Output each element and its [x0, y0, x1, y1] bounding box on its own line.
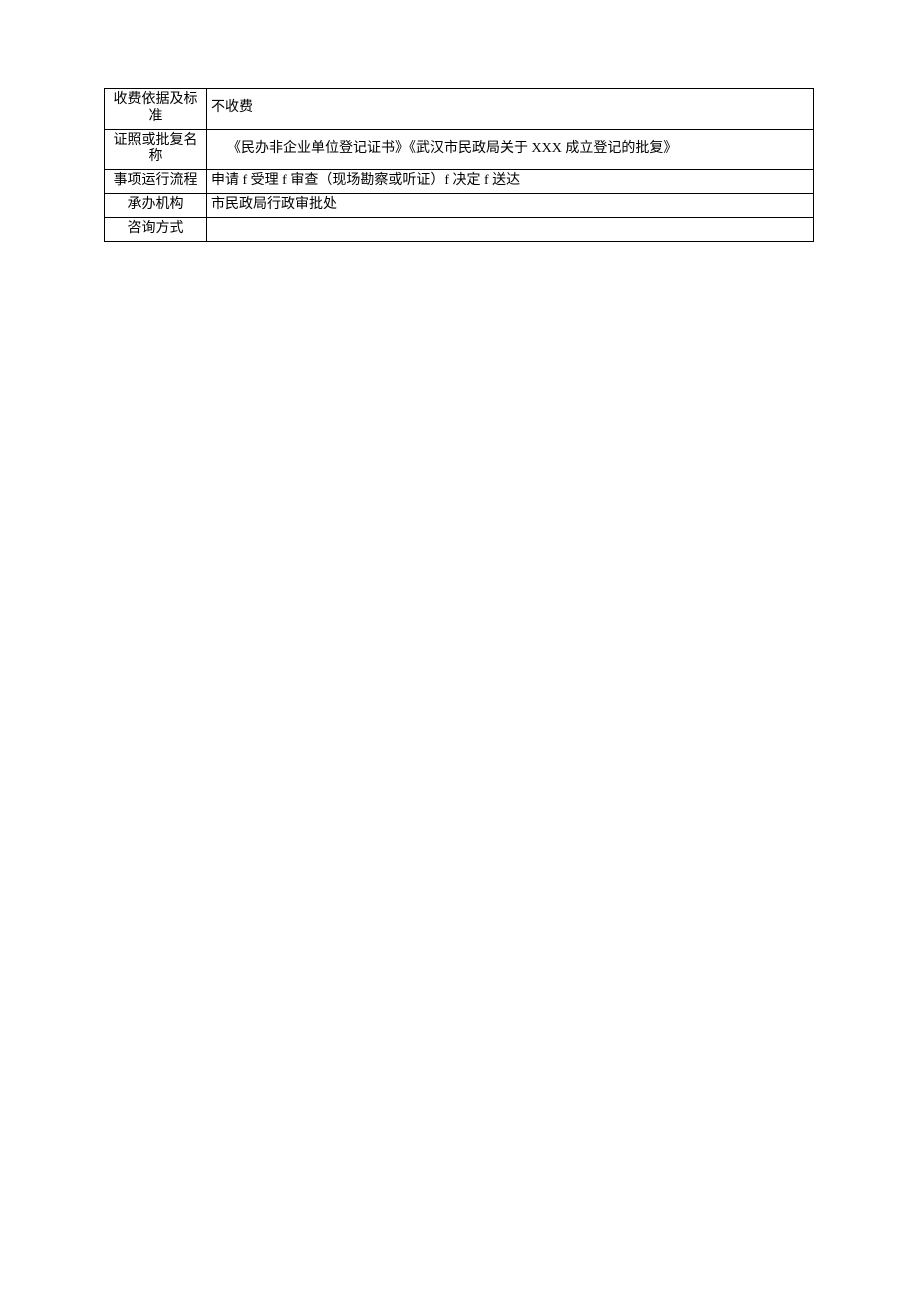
table-row: 事项运行流程 申请 f 受理 f 审查（现场勘察或听证）f 决定 f 送达 [105, 170, 814, 194]
table-row: 咨询方式 [105, 217, 814, 241]
table-row: 证照或批复名称 《民办非企业单位登记证书》《武汉市民政局关于 XXX 成立登记的… [105, 129, 814, 170]
row-certificate-name-label: 证照或批复名称 [105, 129, 207, 170]
row-contact-label: 咨询方式 [105, 217, 207, 241]
row-process-flow-value: 申请 f 受理 f 审查（现场勘察或听证）f 决定 f 送达 [207, 170, 814, 194]
row-certificate-name-value: 《民办非企业单位登记证书》《武汉市民政局关于 XXX 成立登记的批复》 [207, 129, 814, 170]
table-row: 承办机构 市民政局行政审批处 [105, 193, 814, 217]
row-agency-value: 市民政局行政审批处 [207, 193, 814, 217]
row-contact-value [207, 217, 814, 241]
table-row: 收费依据及标准 不收费 [105, 89, 814, 130]
row-agency-label: 承办机构 [105, 193, 207, 217]
info-table: 收费依据及标准 不收费 证照或批复名称 《民办非企业单位登记证书》《武汉市民政局… [104, 88, 814, 242]
row-fee-basis-value: 不收费 [207, 89, 814, 130]
row-fee-basis-label: 收费依据及标准 [105, 89, 207, 130]
row-process-flow-label: 事项运行流程 [105, 170, 207, 194]
